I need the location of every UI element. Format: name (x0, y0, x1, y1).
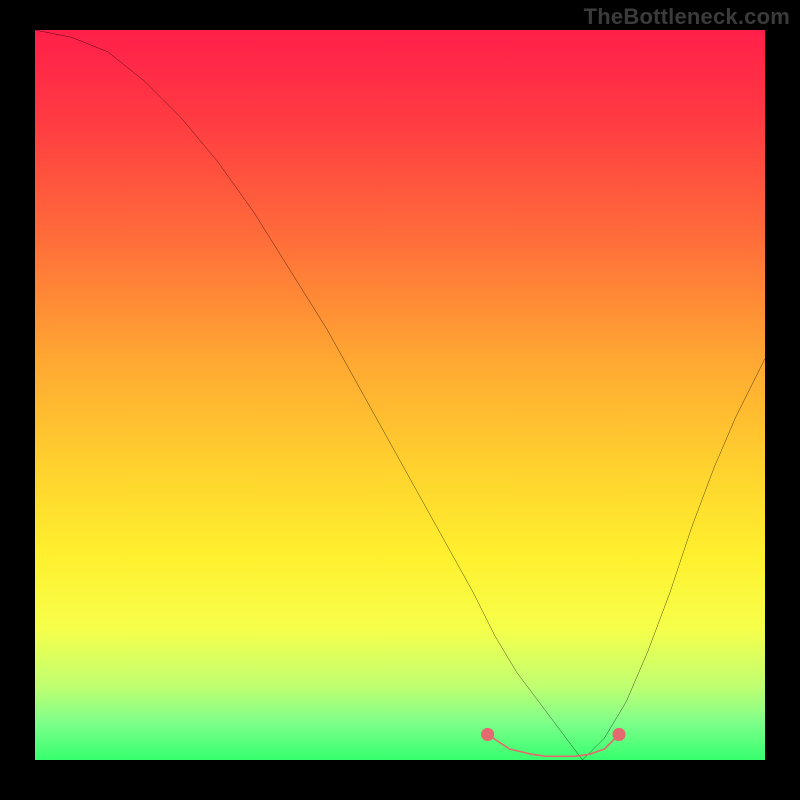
curve-layer (35, 30, 765, 760)
watermark-text: TheBottleneck.com (584, 4, 790, 30)
highlight-dot-right (612, 728, 625, 741)
highlight-dot-left (481, 728, 494, 741)
left-curve (35, 30, 583, 760)
floor-highlight (488, 734, 619, 756)
right-curve (583, 359, 766, 761)
plot-area (35, 30, 765, 760)
chart-frame: TheBottleneck.com (0, 0, 800, 800)
